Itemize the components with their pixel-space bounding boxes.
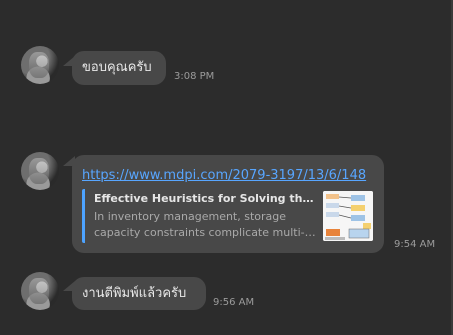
article-thumbnail-icon[interactable] — [323, 191, 373, 241]
message-bubble[interactable]: งานตีพิมพ์แล้วครับ — [72, 277, 206, 310]
link-preview-card[interactable]: Effective Heuristics for Solving the Mul… — [82, 189, 377, 243]
avatar[interactable] — [21, 272, 59, 310]
message-timestamp: 3:08 PM — [174, 71, 215, 82]
message-timestamp: 9:56 AM — [213, 297, 255, 308]
message-bubble[interactable]: ขอบคุณครับ — [72, 51, 166, 85]
message-link[interactable]: https://www.mdpi.com/2079-3197/13/6/148 — [82, 168, 366, 183]
link-preview-description-line: capacity constraints complicate multi-it… — [94, 226, 316, 239]
link-preview-title[interactable]: Effective Heuristics for Solving the Mul… — [94, 192, 314, 205]
avatar[interactable] — [21, 46, 59, 84]
message-bubble[interactable]: https://www.mdpi.com/2079-3197/13/6/148 … — [72, 155, 384, 253]
chat-conversation: ขอบคุณครับ 3:08 PM https://www.mdpi.com/… — [0, 0, 453, 335]
message-timestamp: 9:54 AM — [394, 239, 436, 250]
message-row: https://www.mdpi.com/2079-3197/13/6/148 … — [0, 150, 453, 255]
diagram-thumbnail-graphic — [323, 191, 373, 241]
link-preview-description: In inventory management, storage capacit… — [94, 209, 316, 241]
message-row: งานตีพิมพ์แล้วครับ 9:56 AM — [0, 270, 453, 314]
message-text: ขอบคุณครับ — [82, 60, 152, 75]
link-preview-description-line: In inventory management, storage — [94, 210, 287, 223]
avatar[interactable] — [21, 152, 59, 190]
message-row: ขอบคุณครับ 3:08 PM — [0, 44, 453, 88]
message-text: งานตีพิมพ์แล้วครับ — [82, 286, 187, 301]
